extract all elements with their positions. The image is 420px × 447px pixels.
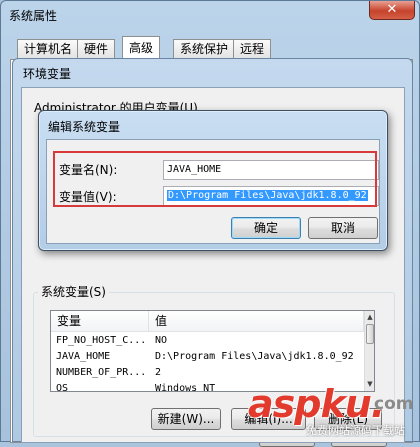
row-value: 2 [155, 367, 162, 378]
watermark-tld: com [374, 394, 414, 414]
table-row[interactable]: JAVA_HOME D:\Program Files\Java\jdk1.8.0… [51, 349, 364, 365]
system-variables-label: 系统变量(S) [38, 283, 109, 300]
row-value: NO [155, 335, 168, 346]
edit-system-variable-dialog: 编辑系统变量 变量名(N): JAVA_HOME 变量值(V): D:\Prog… [38, 110, 388, 251]
tab-advanced[interactable]: 高级 [122, 36, 161, 60]
row-variable: FP_NO_HOST_C... [56, 335, 146, 346]
edit-cancel-button[interactable]: 取消 [308, 217, 378, 239]
close-button[interactable]: ✕ [369, 1, 415, 20]
watermark-subtitle: 免费网站源码下载站 [306, 424, 405, 437]
row-variable: NUMBER_OF_PR... [56, 367, 146, 378]
system-variables-list[interactable]: 变量 值 FP_NO_HOST_C... NO JAVA_HOME D:\Pro… [50, 310, 375, 392]
dialog-title: 编辑系统变量 [48, 120, 121, 134]
new-button[interactable]: 新建(W)... [151, 408, 221, 430]
tab-computer-name[interactable]: 计算机名 [17, 39, 80, 59]
vertical-scrollbar[interactable]: ▲ ▼ [364, 311, 374, 391]
row-variable: JAVA_HOME [56, 351, 111, 362]
scroll-thumb[interactable] [366, 324, 374, 344]
window-title: 系统属性 [9, 9, 58, 23]
tab-system-protection[interactable]: 系统保护 [173, 39, 236, 59]
tab-hardware[interactable]: 硬件 [77, 39, 116, 59]
table-row[interactable]: NUMBER_OF_PR... 2 [51, 365, 364, 381]
tab-remote[interactable]: 远程 [233, 39, 272, 59]
table-row[interactable]: FP_NO_HOST_C... NO [51, 333, 364, 349]
column-header-variable[interactable]: 变量 [51, 311, 149, 332]
row-value: D:\Program Files\Java\jdk1.8.0_92 [155, 351, 354, 362]
dialog-title: 环境变量 [23, 67, 72, 81]
scroll-up-arrow-icon[interactable]: ▲ [365, 311, 374, 323]
row-variable: OS [56, 383, 69, 392]
annotation-highlight-box [53, 151, 377, 207]
watermark-brand: aspku. [248, 382, 385, 426]
column-header-value[interactable]: 值 [149, 311, 364, 332]
edit-ok-button[interactable]: 确定 [231, 217, 301, 239]
